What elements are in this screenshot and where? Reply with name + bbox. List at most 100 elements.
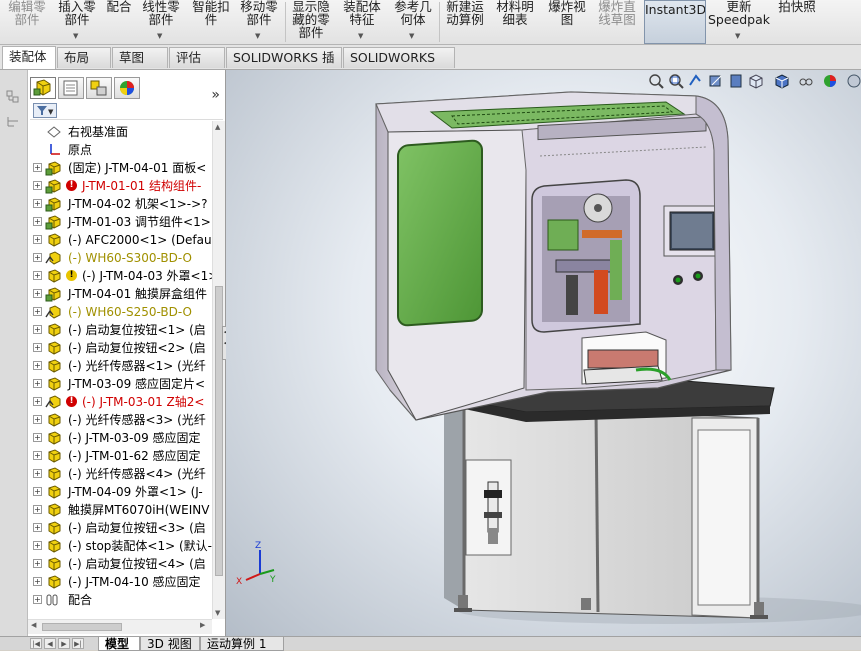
take-snapshot-button[interactable]: 拍快照 [772, 0, 822, 44]
expand-toggle-icon[interactable]: + [33, 343, 42, 352]
previous-tab-arrow-icon[interactable]: ◀ [44, 638, 56, 649]
next-tab-arrow-icon[interactable]: ▶ [58, 638, 70, 649]
expand-toggle-icon[interactable]: + [33, 325, 42, 334]
tree-vertical-scrollbar[interactable]: ▲ ▼ [212, 121, 225, 619]
expand-toggle-icon[interactable]: + [33, 307, 42, 316]
tree-item[interactable]: + J-TM-03-09 感应固定片< [28, 375, 212, 393]
insert-components-button[interactable]: 插入零 部件 ▼ [54, 0, 100, 44]
tree-item[interactable]: + J-TM-01-03 调节组件<1> [28, 213, 212, 231]
last-tab-arrow-icon[interactable]: ▶| [72, 638, 84, 649]
scroll-up-arrow-icon[interactable]: ▲ [215, 123, 220, 131]
tree-item[interactable]: + J-TM-04-01 触摸屏盒组件 [28, 285, 212, 303]
expand-toggle-icon[interactable]: + [33, 163, 42, 172]
tree-item[interactable]: + (-) 光纤传感器<1> (光纤 [28, 357, 212, 375]
tree-item[interactable]: + (-) WH60-S300-BD-O [28, 249, 212, 267]
assembly-features-button[interactable]: 装配体 特征 ▼ [338, 0, 386, 44]
more-tabs-button[interactable]: » [211, 87, 220, 103]
property-manager-tab[interactable] [58, 77, 84, 99]
edit-component-button[interactable]: 编辑零 部件 [4, 0, 50, 44]
graphics-viewport[interactable]: Z X Y [226, 70, 861, 636]
new-motion-study-button[interactable]: 新建运 动算例 [442, 0, 488, 44]
dropdown-arrow-icon[interactable]: ▼ [735, 30, 740, 43]
expand-toggle-icon[interactable]: + [33, 181, 42, 190]
tree-item[interactable]: + (-) 光纤传感器<3> (光纤 [28, 411, 212, 429]
tree-item[interactable]: + (-) 启动复位按钮<3> (启 [28, 519, 212, 537]
expand-toggle-icon[interactable]: + [33, 595, 42, 604]
expand-toggle-icon[interactable]: + [33, 289, 42, 298]
expand-toggle-icon[interactable]: + [33, 541, 42, 550]
expand-toggle-icon[interactable]: + [33, 487, 42, 496]
expand-toggle-icon[interactable]: + [33, 253, 42, 262]
tree-display-icon[interactable] [6, 114, 20, 128]
tree-item[interactable]: + (-) 启动复位按钮<2> (启 [28, 339, 212, 357]
explode-line-sketch-button[interactable]: 爆炸直 线草图 [594, 0, 640, 44]
tree-item[interactable]: + 触摸屏MT6070iH(WEINV [28, 501, 212, 519]
reference-geometry-button[interactable]: 参考几 何体 ▼ [390, 0, 436, 44]
tree-item[interactable]: + (-) WH60-S250-BD-O [28, 303, 212, 321]
feature-manager-tab[interactable] [30, 77, 56, 99]
linear-component-pattern-button[interactable]: 线性零 部件 ▼ [138, 0, 184, 44]
expand-toggle-icon[interactable]: + [33, 559, 42, 568]
move-component-button[interactable]: 移动零 部件 ▼ [236, 0, 282, 44]
expand-toggle-icon[interactable]: + [33, 577, 42, 586]
first-tab-arrow-icon[interactable]: |◀ [30, 638, 42, 649]
display-manager-tab[interactable] [114, 77, 140, 99]
expand-toggle-icon[interactable]: + [33, 505, 42, 514]
exploded-view-button[interactable]: 爆炸视 图 [544, 0, 590, 44]
tree-item[interactable]: + (-) 启动复位按钮<4> (启 [28, 555, 212, 573]
smart-fasteners-button[interactable]: 智能扣 件 [188, 0, 234, 44]
expand-toggle-icon[interactable]: + [33, 451, 42, 460]
tree-item[interactable]: + (-) AFC2000<1> (Default [28, 231, 212, 249]
expand-toggle-icon[interactable]: + [33, 469, 42, 478]
tree-filter-button[interactable]: ▼ [33, 103, 57, 118]
expand-toggle-icon[interactable]: + [33, 415, 42, 424]
tree-item[interactable]: 右视基准面 [28, 123, 212, 141]
expand-toggle-icon[interactable]: + [33, 361, 42, 370]
tree-item[interactable]: +! (-) J-TM-03-01 Z轴2< [28, 393, 212, 411]
show-hidden-components-button[interactable]: 显示隐 藏的零 部件 [288, 0, 334, 44]
mate-button[interactable]: 配合 [102, 0, 136, 44]
expand-toggle-icon[interactable]: + [33, 433, 42, 442]
tree-item[interactable]: + (-) J-TM-01-62 感应固定 [28, 447, 212, 465]
tree-horizontal-scrollbar[interactable]: ◀ ▶ [28, 619, 212, 634]
bill-of-materials-button[interactable]: 材料明 细表 [492, 0, 538, 44]
expand-toggle-icon[interactable]: + [33, 271, 42, 280]
expand-toggle-icon[interactable]: + [33, 217, 42, 226]
dropdown-arrow-icon[interactable]: ▼ [358, 30, 363, 43]
tab-solidworks-addins[interactable]: SOLIDWORKS 插件 [226, 47, 342, 84]
configuration-manager-tab[interactable] [86, 77, 112, 99]
tree-item[interactable]: + (-) stop装配体<1> (默认- [28, 537, 212, 555]
tree-item[interactable]: + (-) 光纤传感器<4> (光纤 [28, 465, 212, 483]
expand-toggle-icon[interactable]: + [33, 379, 42, 388]
dropdown-arrow-icon[interactable]: ▼ [157, 30, 162, 43]
machine-3d-model[interactable] [226, 70, 861, 636]
tab-assembly[interactable]: 装配体 [2, 46, 56, 69]
tab-solidworks-mbd[interactable]: SOLIDWORKS MBD [343, 47, 455, 84]
tree-item[interactable]: + J-TM-04-09 外罩<1> (J- [28, 483, 212, 501]
dropdown-arrow-icon[interactable]: ▼ [73, 30, 78, 43]
scrollbar-thumb[interactable] [42, 623, 122, 631]
tab-evaluate[interactable]: 评估 [169, 47, 225, 68]
instant3d-button[interactable]: Instant3D [644, 0, 706, 44]
expand-toggle-icon[interactable]: + [33, 235, 42, 244]
dropdown-arrow-icon[interactable]: ▼ [409, 30, 414, 43]
tab-sketch[interactable]: 草图 [112, 47, 168, 68]
tree-item[interactable]: + (-) J-TM-03-09 感应固定 [28, 429, 212, 447]
scroll-down-arrow-icon[interactable]: ▼ [215, 609, 220, 617]
tree-item[interactable]: + (固定) J-TM-04-01 面板< [28, 159, 212, 177]
tree-item[interactable]: + J-TM-04-02 机架<1>->? [28, 195, 212, 213]
scroll-right-arrow-icon[interactable]: ▶ [200, 621, 205, 629]
tree-item[interactable]: +! (-) J-TM-04-03 外罩<1> [28, 267, 212, 285]
tree-item[interactable]: +! J-TM-01-01 结构组件- [28, 177, 212, 195]
tree-item[interactable]: + (-) 启动复位按钮<1> (启 [28, 321, 212, 339]
tree-item[interactable]: + 配合 [28, 591, 212, 609]
collapse-tree-icon[interactable] [6, 90, 20, 104]
expand-toggle-icon[interactable]: + [33, 397, 42, 406]
tree-item[interactable]: + (-) J-TM-04-10 感应固定 [28, 573, 212, 591]
tab-layout[interactable]: 布局 [57, 47, 111, 68]
tree-item[interactable]: 原点 [28, 141, 212, 159]
dropdown-arrow-icon[interactable]: ▼ [255, 30, 260, 43]
update-speedpak-button[interactable]: 更新 Speedpak ▼ [708, 0, 770, 44]
scroll-left-arrow-icon[interactable]: ◀ [31, 621, 36, 629]
expand-toggle-icon[interactable]: + [33, 199, 42, 208]
